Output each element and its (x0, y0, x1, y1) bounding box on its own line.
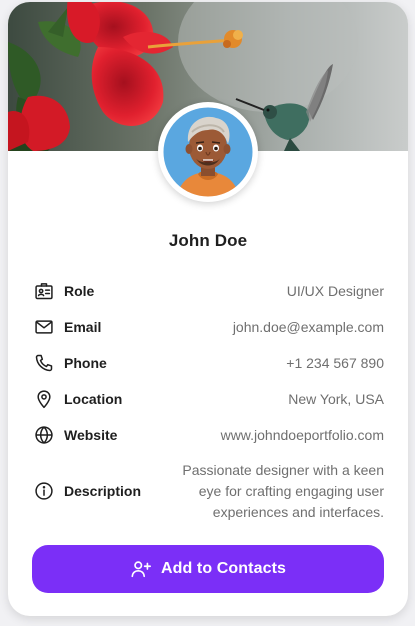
detail-label-description: Description (64, 483, 142, 499)
detail-row-website: Website www.johndoeportfolio.com (33, 424, 384, 446)
location-pin-icon (33, 388, 55, 410)
info-icon (33, 480, 55, 502)
profile-name: John Doe (168, 231, 248, 250)
avatar-illustration (162, 106, 254, 198)
detail-value-role: UI/UX Designer (286, 283, 384, 299)
detail-row-phone: Phone +1 234 567 890 (33, 352, 384, 374)
phone-icon (33, 352, 55, 374)
detail-row-role: Role UI/UX Designer (33, 280, 384, 302)
detail-value-description: Passionate designer with a keen eye for … (182, 461, 384, 520)
detail-value-email: john.doe@example.com (232, 319, 384, 335)
id-card-icon (33, 280, 55, 302)
detail-label-role: Role (64, 283, 95, 299)
detail-label-email: Email (64, 319, 102, 335)
detail-label-location: Location (64, 391, 123, 407)
detail-label-phone: Phone (64, 355, 107, 371)
add-to-contacts-button[interactable]: Add to Contacts (32, 545, 384, 593)
detail-value-location: New York, USA (288, 391, 384, 407)
detail-value-phone: +1 234 567 890 (286, 355, 384, 371)
avatar (158, 102, 258, 202)
profile-card: John Doe Role UI/UX Designer Email john.… (8, 2, 408, 616)
add-to-contacts-label: Add to Contacts (160, 560, 287, 577)
detail-value-website: www.johndoeportfolio.com (220, 427, 384, 443)
detail-row-description: Description Passionate designer with a k… (33, 458, 384, 524)
mail-icon (33, 316, 55, 338)
detail-label-website: Website (64, 427, 118, 443)
detail-row-location: Location New York, USA (33, 388, 384, 410)
globe-icon (33, 424, 55, 446)
detail-row-email: Email john.doe@example.com (33, 316, 384, 338)
add-user-icon (130, 558, 152, 580)
